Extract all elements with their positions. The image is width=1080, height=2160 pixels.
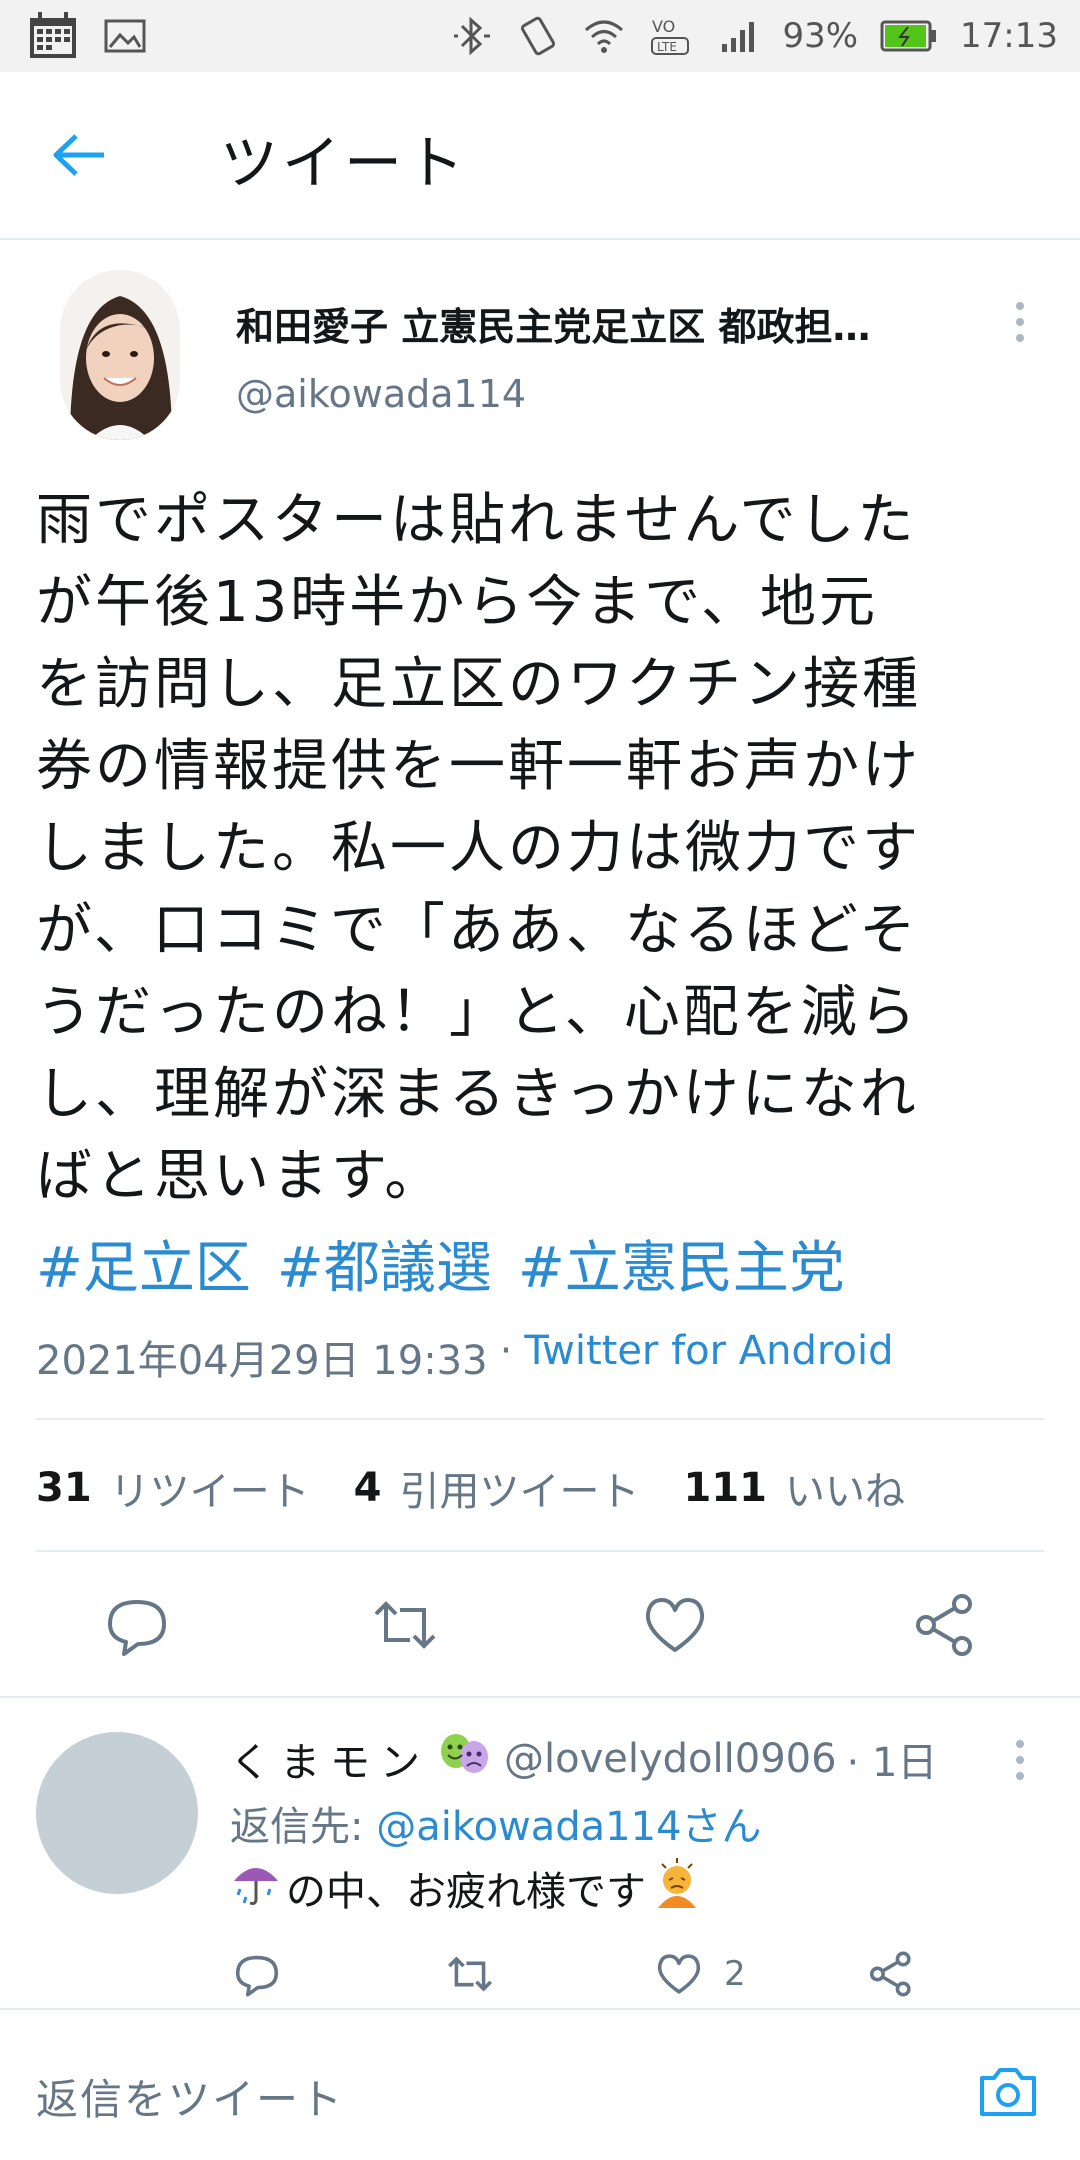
wifi-icon <box>582 16 626 56</box>
bluetooth-icon <box>450 16 494 56</box>
reply-avatar[interactable] <box>36 1732 198 1894</box>
reply-more-options-button[interactable] <box>1008 1736 1032 1786</box>
back-button[interactable] <box>50 130 110 180</box>
retweet-icon <box>374 1601 436 1649</box>
divider <box>36 1418 1044 1420</box>
reply-reply-button[interactable] <box>232 1946 282 2002</box>
reply-author-name[interactable]: くまモン <box>230 1730 430 1788</box>
reply-button[interactable] <box>102 1590 172 1660</box>
reply-share-button[interactable] <box>866 1946 916 2002</box>
likes-stat[interactable]: 111 いいね <box>684 1459 906 1517</box>
volte-icon: VO LTE <box>648 12 698 60</box>
signal-icon <box>720 18 760 54</box>
heart-icon <box>657 1954 701 1994</box>
vibrate-icon <box>516 14 560 58</box>
retweet-button[interactable] <box>370 1590 440 1660</box>
retweet-icon <box>448 1956 492 1992</box>
share-icon <box>916 1594 972 1656</box>
tweet-meta: 2021年04月29日 19:33 · Twitter for Android <box>36 1328 893 1386</box>
quotes-count: 4 <box>353 1465 382 1511</box>
reply-text: の中、お疲れ様です <box>230 1858 704 1918</box>
arrow-left-icon <box>53 134 104 176</box>
replying-to-mention[interactable]: @aikowada114さん <box>376 1804 761 1850</box>
more-vertical-icon <box>1016 302 1024 342</box>
app-header: ツイート <box>0 72 1080 240</box>
calendar-icon <box>28 12 78 60</box>
reply-compose-input[interactable]: 返信をツイート <box>36 2066 344 2127</box>
tweet-timestamp: 2021年04月29日 19:33 <box>36 1338 488 1384</box>
retweets-count: 31 <box>36 1465 92 1511</box>
retweets-label: リツイート <box>109 1469 310 1515</box>
retweets-stat[interactable]: 31 リツイート <box>36 1459 310 1517</box>
svg-text:VO: VO <box>652 17 675 36</box>
camera-icon <box>980 2068 1036 2116</box>
quotes-label: 引用ツイート <box>399 1469 640 1515</box>
likes-count: 111 <box>683 1465 768 1511</box>
reply-actions: 2 <box>0 1946 1080 2006</box>
replying-to-label: 返信先: <box>230 1804 377 1850</box>
battery-percent: 93% <box>782 16 859 56</box>
reply-header: くまモン @lovelydoll0906 · 1日 <box>230 1730 937 1788</box>
page-title: ツイート <box>220 129 469 197</box>
tweet-stats: 31 リツイート 4 引用ツイート 111 いいね <box>36 1458 949 1518</box>
reply-time: · 1日 <box>846 1740 938 1786</box>
hashtag-link[interactable]: #都議選 <box>277 1228 492 1310</box>
tired-face-emoji-icon <box>650 1858 704 1918</box>
battery-icon <box>880 19 938 53</box>
section-separator <box>0 1696 1080 1698</box>
likes-label: いいね <box>785 1469 906 1515</box>
reply-like-count: 2 <box>724 1954 746 1994</box>
reply-like-button[interactable]: 2 <box>654 1946 746 2002</box>
lte-label: LTE <box>657 40 677 54</box>
hashtag-link[interactable]: #立憲民主党 <box>518 1228 845 1310</box>
replying-to: 返信先: @aikowada114さん <box>230 1794 762 1852</box>
tweet-source-link[interactable]: Twitter for Android <box>524 1328 893 1386</box>
reply-author-handle[interactable]: @lovelydoll0906 <box>504 1736 837 1782</box>
share-icon <box>869 1951 911 1997</box>
clock-time: 17:13 <box>960 16 1058 56</box>
hashtag-list: #足立区 #都議選 #立憲民主党 <box>36 1228 845 1310</box>
tweet-text: 雨でポスターは貼れませんでした が午後13時半から今まで、地元 を訪問し、足立区… <box>36 488 921 1209</box>
reply-retweet-button[interactable] <box>442 1946 498 2002</box>
reply-body-text: の中、お疲れ様です <box>286 1869 646 1915</box>
author-name[interactable]: 和田愛子 立憲民主党足立区 都政担… <box>236 296 976 351</box>
heart-icon <box>645 1598 705 1652</box>
tweet-actions <box>0 1590 1080 1670</box>
author-handle[interactable]: @aikowada114 <box>236 372 526 416</box>
status-bar: VO LTE 93% 17:13 <box>0 0 1080 72</box>
meta-separator: · <box>499 1328 513 1374</box>
author-avatar[interactable] <box>60 270 180 440</box>
share-button[interactable] <box>910 1590 980 1660</box>
reply-icon <box>108 1600 166 1656</box>
reply-icon <box>235 1955 279 1997</box>
quotes-stat[interactable]: 4 引用ツイート <box>354 1459 640 1517</box>
reply-compose-bar: 返信をツイート <box>0 2008 1080 2160</box>
like-button[interactable] <box>640 1590 710 1660</box>
more-options-button[interactable] <box>1008 298 1032 348</box>
hashtag-link[interactable]: #足立区 <box>36 1228 251 1310</box>
masks-emoji-icon <box>436 1731 492 1787</box>
more-vertical-icon <box>1016 1740 1024 1780</box>
image-icon <box>104 19 146 53</box>
divider <box>36 1550 1044 1552</box>
umbrella-rain-emoji-icon <box>230 1859 282 1917</box>
camera-button[interactable] <box>976 2062 1040 2122</box>
